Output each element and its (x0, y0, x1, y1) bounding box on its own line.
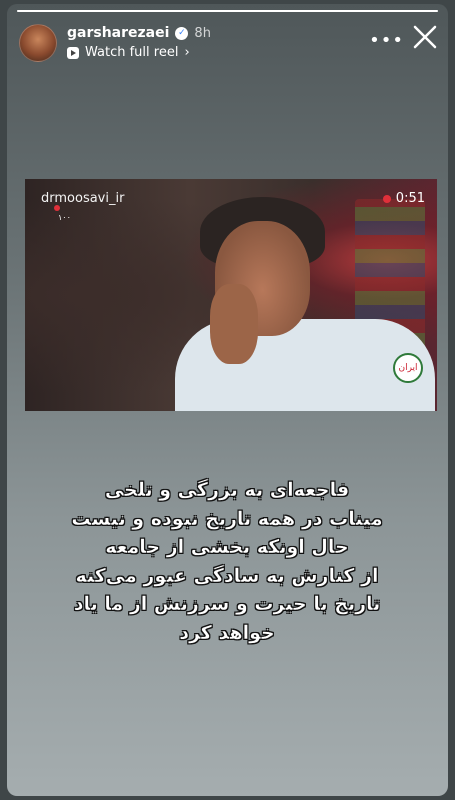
verified-badge-icon: ✓ (175, 26, 189, 40)
video-timer: 0:51 (382, 191, 425, 206)
more-icon[interactable]: ••• (369, 30, 404, 51)
channel-handle: drmoosavi_ir (41, 191, 125, 206)
shirt-logo: ایران (393, 353, 423, 383)
caption-line: میناب در همه تاریخ نبوده و نیست (71, 507, 383, 530)
timer-text: 0:51 (395, 191, 425, 206)
story-viewer[interactable]: garsharezaei ✓ 8h Watch full reel › ••• … (7, 4, 448, 796)
reel-icon (67, 46, 79, 59)
caption-line: حال اونکه بخشی از جامعه (105, 536, 349, 558)
story-caption: فاجعه‌ای به بزرگی و تلخی میناب در همه تا… (37, 476, 417, 647)
story-progress-fill (17, 10, 438, 12)
chevron-right-icon: › (184, 45, 190, 60)
person-hand (210, 284, 258, 364)
avatar[interactable] (19, 24, 57, 62)
record-dot-icon (382, 194, 391, 203)
video-frame[interactable]: ایران drmoosavi_ir ۱۰۰ 0:51 (25, 179, 437, 411)
watch-full-reel-label: Watch full reel (85, 45, 179, 60)
watch-full-reel-link[interactable]: Watch full reel › (67, 45, 211, 60)
caption-line: فاجعه‌ای به بزرگی و تلخی (104, 479, 350, 501)
post-time: 8h (194, 25, 211, 41)
close-icon[interactable] (408, 20, 442, 54)
caption-line: خواهد کرد (179, 621, 275, 644)
caption-line: از کنارش به سادگی عبور می‌کنه (75, 564, 379, 587)
story-progress-bar (17, 10, 438, 12)
username[interactable]: garsharezaei (67, 25, 169, 41)
story-header: garsharezaei ✓ 8h Watch full reel › (67, 25, 211, 60)
caption-line: تاریخ با حیرت و سرزنش از ما یاد (73, 593, 381, 615)
channel-badge: ۱۰۰ (54, 205, 71, 222)
